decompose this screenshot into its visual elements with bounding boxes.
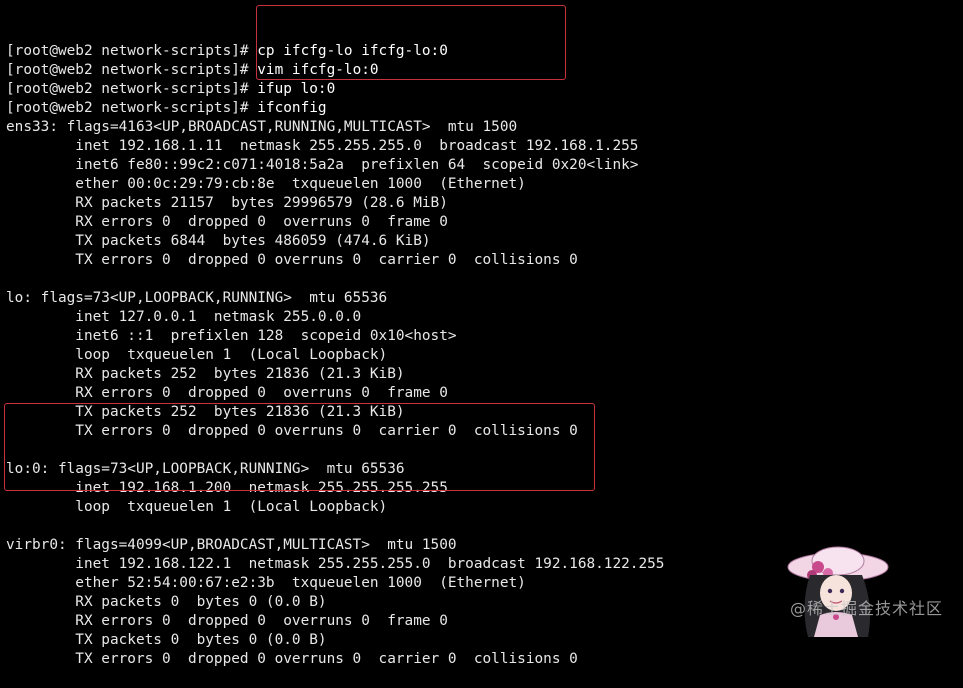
shell-prompt: [root@web2 network-scripts]# [6, 62, 258, 78]
shell-prompt: [root@web2 network-scripts]# [6, 100, 258, 116]
output-line: loop txqueuelen 1 (Local Loopback) [6, 347, 388, 363]
anime-girl-mascot-icon [787, 546, 889, 637]
command-line: [root@web2 network-scripts]# ifconfig [6, 99, 963, 118]
shell-prompt: [root@web2 network-scripts]# [6, 43, 258, 59]
shell-command: vim ifcfg-lo:0 [257, 62, 379, 78]
command-line: [root@web2 network-scripts]# cp ifcfg-lo… [6, 42, 963, 61]
output-line: TX packets 6844 bytes 486059 (474.6 KiB) [6, 233, 431, 249]
output-line: TX errors 0 dropped 0 overruns 0 carrier… [6, 423, 578, 439]
output-line: TX errors 0 dropped 0 overruns 0 carrier… [6, 651, 578, 667]
command-line: [root@web2 network-scripts]# vim ifcfg-l… [6, 61, 963, 80]
output-line: inet 192.168.1.11 netmask 255.255.255.0 … [6, 138, 639, 154]
shell-command: ifup lo:0 [257, 81, 336, 97]
output-line: RX errors 0 dropped 0 overruns 0 frame 0 [6, 385, 448, 401]
watermark-text: @稀土掘金技术社区 [789, 599, 943, 618]
output-line: lo:0: flags=73<UP,LOOPBACK,RUNNING> mtu … [6, 461, 405, 477]
output-line: ether 00:0c:29:79:cb:8e txqueuelen 1000 … [6, 176, 526, 192]
output-line: RX packets 21157 bytes 29996579 (28.6 Mi… [6, 195, 448, 211]
output-line: RX errors 0 dropped 0 overruns 0 frame 0 [6, 214, 448, 230]
output-line: ens33: flags=4163<UP,BROADCAST,RUNNING,M… [6, 119, 518, 135]
output-line: inet 192.168.1.200 netmask 255.255.255.2… [6, 480, 448, 496]
output-line: inet6 ::1 prefixlen 128 scopeid 0x10<hos… [6, 328, 457, 344]
output-line: RX packets 252 bytes 21836 (21.3 KiB) [6, 366, 405, 382]
shell-prompt: [root@web2 network-scripts]# [6, 81, 258, 97]
shell-command: ifconfig [257, 100, 327, 116]
shell-command: cp ifcfg-lo ifcfg-lo:0 [257, 43, 448, 59]
output-line: TX packets 252 bytes 21836 (21.3 KiB) [6, 404, 405, 420]
output-line: lo: flags=73<UP,LOOPBACK,RUNNING> mtu 65… [6, 290, 388, 306]
output-line: inet6 fe80::99c2:c071:4018:5a2a prefixle… [6, 157, 639, 173]
terminal-window[interactable]: [root@web2 network-scripts]# cp ifcfg-lo… [0, 0, 963, 667]
output-line: TX errors 0 dropped 0 overruns 0 carrier… [6, 252, 578, 268]
output-line: loop txqueuelen 1 (Local Loopback) [6, 499, 388, 515]
command-line: [root@web2 network-scripts]# ifup lo:0 [6, 80, 963, 99]
output-line: inet 127.0.0.1 netmask 255.0.0.0 [6, 309, 362, 325]
